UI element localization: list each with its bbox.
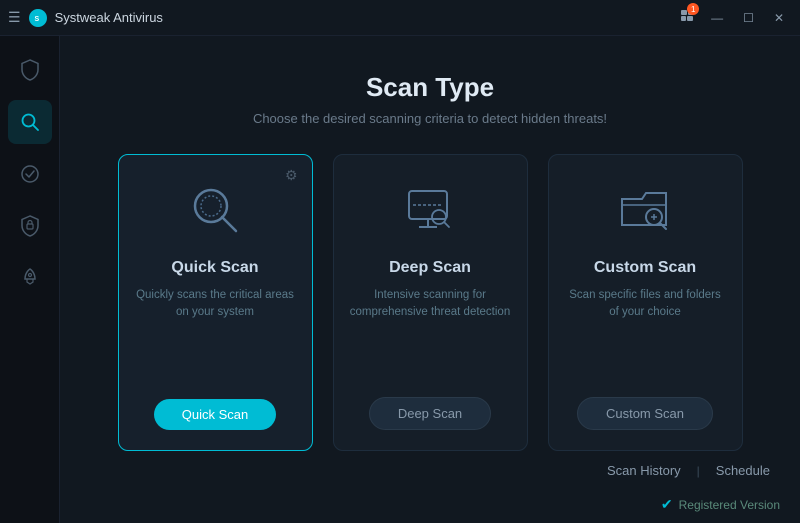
quick-scan-icon xyxy=(180,175,250,245)
maximize-button[interactable]: ☐ xyxy=(735,7,762,29)
app-title: Systweak Antivirus xyxy=(55,10,163,25)
scan-cards-container: ⚙ Quick Scan Quickly scans the critical … xyxy=(60,154,800,451)
custom-scan-button[interactable]: Custom Scan xyxy=(577,397,713,430)
quick-scan-desc: Quickly scans the critical areas on your… xyxy=(135,287,296,381)
sidebar xyxy=(0,36,60,523)
sidebar-item-shield-lock[interactable] xyxy=(8,204,52,248)
sidebar-item-shield[interactable] xyxy=(8,48,52,92)
registered-icon: ✔ xyxy=(661,496,673,513)
page-header: Scan Type Choose the desired scanning cr… xyxy=(60,36,800,154)
notification-count: 1 xyxy=(687,3,699,15)
gear-icon[interactable]: ⚙ xyxy=(285,167,298,184)
footer-separator: | xyxy=(697,464,700,478)
deep-scan-button[interactable]: Deep Scan xyxy=(369,397,491,430)
title-bar-left: ☰ S Systweak Antivirus xyxy=(8,9,163,27)
deep-scan-desc: Intensive scanning for comprehensive thr… xyxy=(350,287,511,379)
quick-scan-button[interactable]: Quick Scan xyxy=(154,399,276,430)
main-layout: Scan Type Choose the desired scanning cr… xyxy=(0,36,800,523)
deep-scan-title: Deep Scan xyxy=(389,259,471,277)
schedule-link[interactable]: Schedule xyxy=(716,463,770,478)
content-area: Scan Type Choose the desired scanning cr… xyxy=(60,36,800,523)
hamburger-icon[interactable]: ☰ xyxy=(8,9,21,26)
scan-history-link[interactable]: Scan History xyxy=(607,463,681,478)
close-button[interactable]: ✕ xyxy=(766,7,792,29)
minimize-button[interactable]: — xyxy=(703,7,731,29)
content-footer: Scan History | Schedule xyxy=(60,451,800,490)
quick-scan-title: Quick Scan xyxy=(171,259,258,277)
registered-text: Registered Version xyxy=(679,498,780,512)
svg-text:S: S xyxy=(34,16,39,23)
notification-badge[interactable]: 1 xyxy=(679,7,695,28)
registered-bar: ✔ Registered Version xyxy=(60,490,800,523)
sidebar-item-protection[interactable] xyxy=(8,152,52,196)
sidebar-item-boost[interactable] xyxy=(8,256,52,300)
custom-scan-title: Custom Scan xyxy=(594,259,696,277)
deep-scan-card[interactable]: Deep Scan Intensive scanning for compreh… xyxy=(333,154,528,451)
sidebar-item-scan[interactable] xyxy=(8,100,52,144)
custom-scan-desc: Scan specific files and folders of your … xyxy=(565,287,726,379)
title-bar: ☰ S Systweak Antivirus 1 — ☐ ✕ xyxy=(0,0,800,36)
quick-scan-card[interactable]: ⚙ Quick Scan Quickly scans the critical … xyxy=(118,154,313,451)
custom-scan-card[interactable]: Custom Scan Scan specific files and fold… xyxy=(548,154,743,451)
deep-scan-icon xyxy=(395,175,465,245)
page-title: Scan Type xyxy=(80,72,780,103)
page-subtitle: Choose the desired scanning criteria to … xyxy=(80,111,780,126)
title-bar-controls: 1 — ☐ ✕ xyxy=(679,7,792,29)
app-logo: S xyxy=(29,9,47,27)
custom-scan-icon xyxy=(610,175,680,245)
